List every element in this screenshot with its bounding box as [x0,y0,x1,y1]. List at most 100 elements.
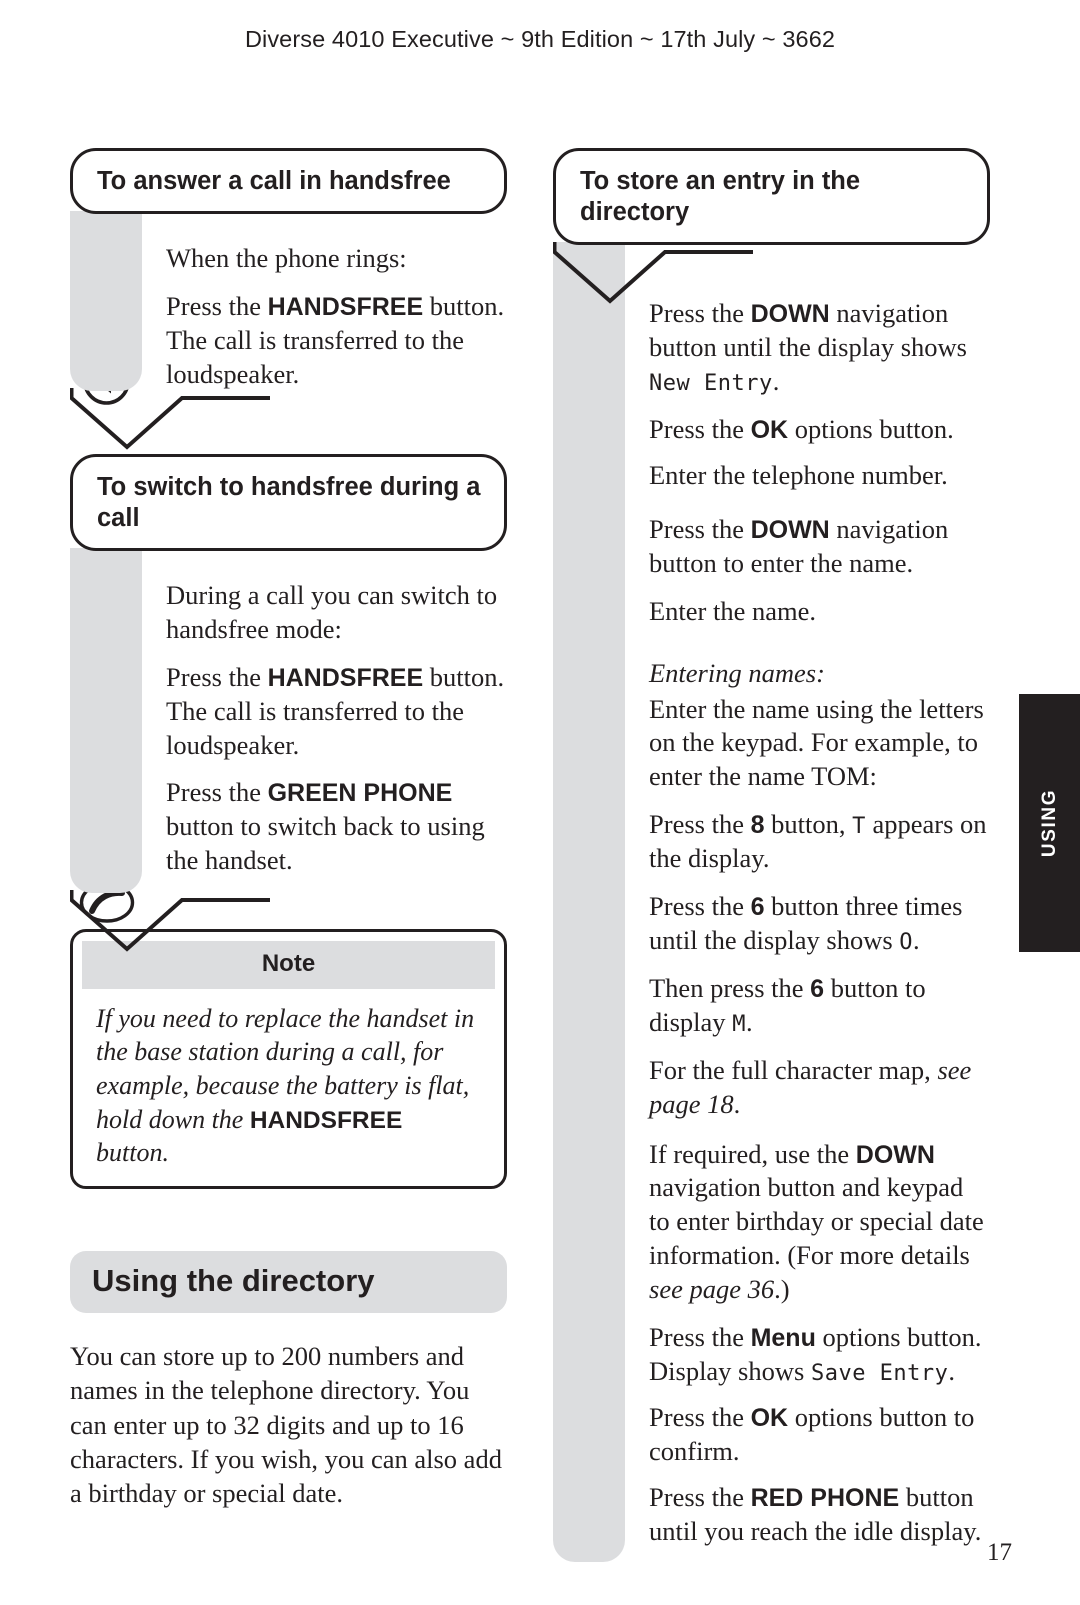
callout-body: During a call you can switch to handsfre… [70,547,507,952]
callout-icon-column [70,547,270,952]
text-run: Press the [649,1322,751,1353]
button-name: DOWN [750,300,830,329]
text-run: .) [774,1274,790,1305]
step-text: Press the 8 button, T appears on the dis… [625,808,990,876]
gray-strip [70,211,142,392]
paragraph: Press the HANDSFREE button. The call is … [166,661,507,763]
text-run: Enter the name using the letters on the … [649,693,984,792]
text-run: Press the [166,777,268,808]
page-number: 17 [987,1539,1012,1566]
button-name: 6 [810,974,825,1003]
paragraph: Press the Menu options button. Display s… [649,1321,990,1389]
text-run: Press the [649,1481,751,1512]
step-text: Press the OK options button. [625,413,990,447]
button-name: HANDSFREE [249,1106,403,1134]
paragraph: Press the GREEN PHONE button to switch b… [166,776,507,878]
paragraph: Press the RED PHONE button until you rea… [649,1481,990,1549]
step-text: If required, use the DOWN navigation but… [625,1138,990,1308]
paragraph: Entering names: [649,657,990,691]
paragraph: Press the 6 button three times until the… [649,890,990,958]
paragraph: Press the DOWN navigation button to ente… [649,513,990,581]
callout-answer-handsfree: To answer a call in handsfree When the p… [70,148,507,450]
thumb-tab-using: USING [1019,694,1080,952]
thumb-tab-label: USING [1038,788,1060,858]
text-run: Press the [649,809,751,840]
text-run: Press the [649,891,751,922]
callout-icon-column [553,242,753,1564]
text-run: When the phone rings: [166,243,407,274]
text-run: . [948,1355,956,1386]
text-run: Enter the telephone number. [649,459,948,490]
section-body: You can store up to 200 numbers and name… [70,1340,502,1509]
left-column: To answer a call in handsfree When the p… [70,148,507,1537]
button-name: RED PHONE [750,1483,900,1512]
paragraph: Enter the name. [649,595,990,629]
step-text: Entering names: [625,657,990,693]
section-heading-using-the-directory: Using the directory [70,1250,507,1313]
button-name: DOWN [855,1140,935,1169]
text-run: Press the [166,661,268,692]
callout-store-entry: To store an entry in the directory Press… [553,148,990,1565]
paragraph: Press the 8 button, T appears on the dis… [649,808,990,876]
note-body: If you need to replace the handset in th… [82,989,495,1170]
paragraph: If required, use the DOWN navigation but… [649,1138,990,1308]
paragraph: Enter the telephone number. [649,459,990,493]
paragraph: Press the DOWN navigation button until t… [649,297,990,399]
step-text: Press the DOWN navigation button until t… [625,297,990,399]
step-text: Press the 6 button three times until the… [625,890,990,958]
step-text: Then press the 6 button to display M. [625,972,990,1040]
text-run: navigation button and keypad to enter bi… [649,1172,984,1271]
cross-reference: see page 36 [649,1274,775,1305]
text-run: Press the [649,1401,751,1432]
step-text: Press the DOWN navigation button to ente… [625,513,990,581]
text-run: Press the [166,291,268,322]
display-text: New Entry [649,371,773,397]
text-run: . [733,1088,741,1119]
text-run: Enter the name. [649,595,817,626]
gray-strip [70,547,142,893]
callout-tail [553,242,753,304]
text-run: button to switch back to using the hands… [166,811,485,876]
text-run: During a call you can switch to handsfre… [166,579,498,644]
text-run: button, [764,809,853,840]
manual-page: Diverse 4010 Executive ~ 9th Edition ~ 1… [0,0,1080,1605]
text-run: If required, use the [649,1138,856,1169]
step-text: Enter the telephone number. [625,459,990,493]
text-run: Then press the [649,972,811,1003]
text-run: Press the [649,413,751,444]
paragraph: Press the HANDSFREE button. The call is … [166,290,507,392]
paragraph: For the full character map, see page 18. [649,1054,990,1122]
paragraph: When the phone rings: [166,242,507,276]
text-run: button. [96,1138,169,1168]
paragraph: Enter the name using the letters on the … [649,693,990,795]
paragraph: Press the OK options button to confirm. [649,1401,990,1469]
display-text: O [899,930,914,955]
callout-title: To switch to handsfree during a call [70,453,507,551]
text-run: For the full character map, [649,1054,938,1085]
button-name: OK [750,415,789,444]
step-text: Press the OK options button to confirm. [625,1401,990,1469]
text-run: Entering names: [649,657,825,688]
display-text: M [732,1011,746,1037]
callout-tail [70,388,270,450]
note-box: Note If you need to replace the handset … [70,928,507,1189]
text-run: . [913,925,920,955]
button-name: GREEN PHONE [267,779,453,808]
text-run: Press the [649,513,751,544]
callout-body: Press the DOWN navigation button until t… [553,242,990,1564]
text-run: . [772,366,780,397]
display-text: Save Entry [810,1360,949,1386]
text-run: options button. [788,413,954,444]
callout-title: To answer a call in handsfree [70,148,507,215]
gray-strip [553,242,625,1562]
button-name: OK [750,1403,789,1432]
callout-text: During a call you can switch to handsfre… [142,551,507,878]
step-text: Press the RED PHONE button until you rea… [625,1481,990,1549]
button-name: 8 [750,811,765,840]
paragraph: Press the OK options button. [649,413,990,447]
button-name: 6 [750,893,765,922]
text-run: . [745,1006,753,1037]
paragraph: During a call you can switch to handsfre… [166,579,507,647]
callout-title: To store an entry in the directory [553,148,990,246]
paragraph: Then press the 6 button to display M. [649,972,990,1040]
